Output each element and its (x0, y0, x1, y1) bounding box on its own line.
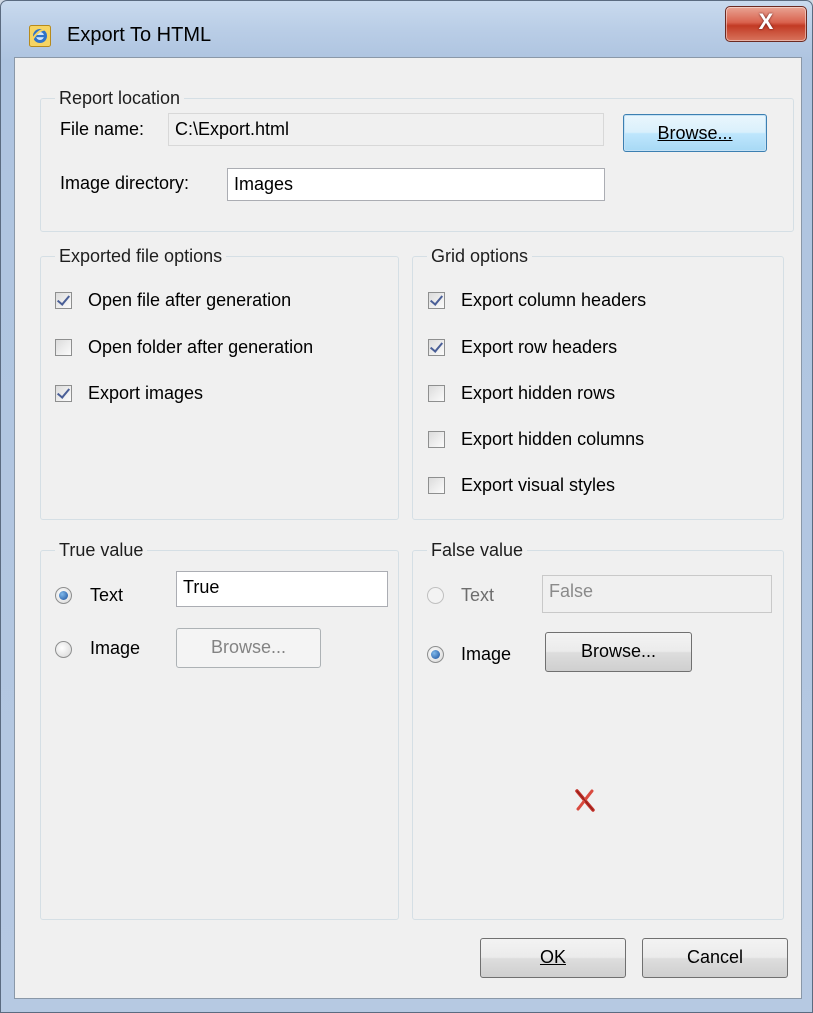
true-text-radio-button[interactable] (55, 587, 72, 604)
dialog-client-area: Report location File name: C:\Export.htm… (14, 57, 802, 999)
true-text-field[interactable]: True (176, 571, 388, 607)
red-x-icon (575, 789, 595, 812)
false-text-radio-label[interactable]: Text (461, 584, 494, 606)
ok-button[interactable]: OK (480, 938, 626, 978)
true-browse-button[interactable]: Browse... (176, 628, 321, 668)
browse-file-button-label: Browse... (657, 123, 733, 143)
export-column-headers-label[interactable]: Export column headers (461, 289, 646, 311)
export-dialog: Export To HTML X Report location File na… (0, 0, 813, 1013)
title-bar[interactable]: Export To HTML X (1, 1, 812, 56)
open-file-checkbox-box[interactable] (55, 292, 72, 309)
ok-button-label: OK (539, 947, 566, 967)
grid-options-group: Grid options Export column headers Expor… (412, 245, 784, 520)
export-images-checkbox-label[interactable]: Export images (88, 382, 203, 404)
export-row-headers-box[interactable] (428, 339, 445, 356)
open-folder-checkbox-label[interactable]: Open folder after generation (88, 336, 313, 358)
export-hidden-columns-box[interactable] (428, 431, 445, 448)
export-visual-styles-box[interactable] (428, 477, 445, 494)
true-image-radio-button[interactable] (55, 641, 72, 658)
report-location-group: Report location File name: C:\Export.htm… (40, 87, 794, 232)
close-button[interactable]: X (725, 6, 807, 42)
browse-file-button[interactable]: Browse... (623, 114, 767, 152)
cancel-button-label: Cancel (686, 947, 744, 967)
grid-options-title: Grid options (427, 245, 533, 267)
export-hidden-rows-label[interactable]: Export hidden rows (461, 382, 615, 404)
window-title: Export To HTML (67, 24, 212, 46)
true-image-radio-label[interactable]: Image (90, 637, 140, 659)
false-value-title: False value (427, 539, 528, 561)
false-text-radio-button[interactable] (427, 587, 444, 604)
close-icon: X (758, 9, 774, 34)
false-text-field[interactable]: False (542, 575, 772, 613)
true-text-radio-label[interactable]: Text (90, 584, 123, 606)
true-value-title: True value (55, 539, 148, 561)
image-directory-label: Image directory: (60, 173, 190, 193)
false-browse-button-label: Browse... (580, 641, 657, 661)
false-value-group: False value Text False Image Browse... (412, 539, 784, 920)
image-directory-field[interactable]: Images (227, 168, 605, 201)
export-visual-styles-label[interactable]: Export visual styles (461, 474, 615, 496)
export-row-headers-label[interactable]: Export row headers (461, 336, 617, 358)
exported-file-options-group: Exported file options Open file after ge… (40, 245, 399, 520)
false-browse-button[interactable]: Browse... (545, 632, 692, 672)
export-hidden-columns-label[interactable]: Export hidden columns (461, 428, 644, 450)
report-location-title: Report location (55, 87, 185, 109)
exported-file-options-title: Exported file options (55, 245, 227, 267)
cancel-button[interactable]: Cancel (642, 938, 788, 978)
export-images-checkbox-box[interactable] (55, 385, 72, 402)
file-name-field[interactable]: C:\Export.html (168, 113, 604, 146)
true-browse-button-label: Browse... (210, 637, 287, 657)
false-image-radio-button[interactable] (427, 646, 444, 663)
file-name-label: File name: (60, 119, 145, 139)
false-image-radio-label[interactable]: Image (461, 643, 511, 665)
open-file-checkbox-label[interactable]: Open file after generation (88, 289, 291, 311)
export-hidden-rows-box[interactable] (428, 385, 445, 402)
true-value-group: True value Text True Image Browse... (40, 539, 399, 920)
open-folder-checkbox-box[interactable] (55, 339, 72, 356)
internet-explorer-icon (29, 25, 51, 47)
export-column-headers-box[interactable] (428, 292, 445, 309)
